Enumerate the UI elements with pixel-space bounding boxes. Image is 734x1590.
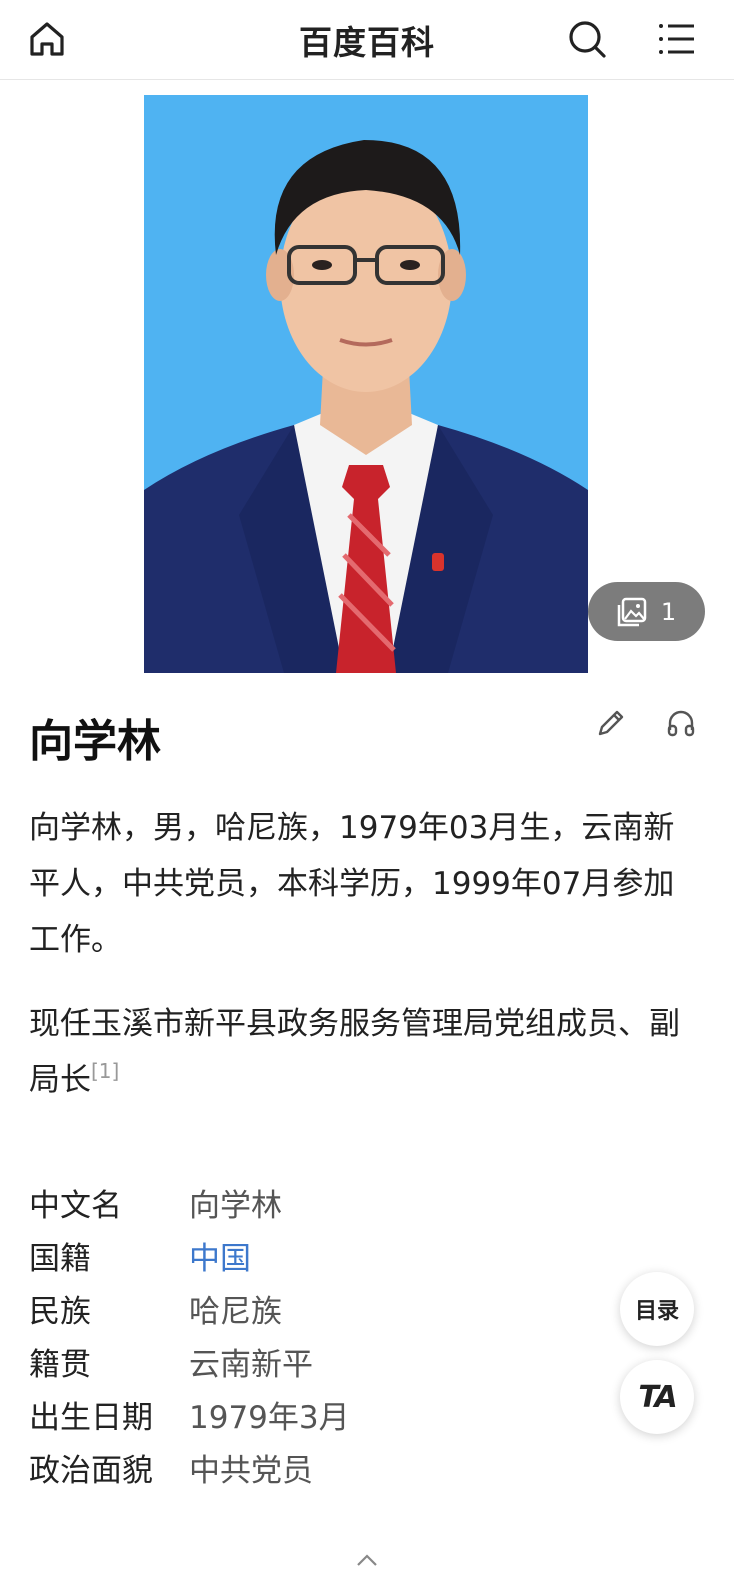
infobox-value: 中共党员 [189, 1453, 313, 1489]
edit-icon [598, 710, 624, 736]
infobox-value-link[interactable]: 中国 [189, 1233, 251, 1278]
top-nav-bar: 百度百科 [0, 0, 734, 80]
ta-icon: TA [638, 1379, 677, 1415]
headphones-icon [667, 710, 695, 737]
chevron-up-icon [357, 1554, 377, 1566]
menu-button[interactable] [656, 18, 698, 60]
menu-icon [659, 24, 694, 54]
photo-album-button[interactable]: 1 [588, 582, 705, 641]
summary-paragraph: 向学林，男，哈尼族，1979年03月生，云南新平人，中共党员，本科学历，1999… [29, 810, 675, 958]
infobox-value: 哈尼族 [189, 1294, 282, 1330]
toc-label: 目录 [634, 1299, 679, 1324]
edit-button[interactable] [594, 706, 628, 740]
portrait-illustration [144, 95, 588, 673]
infobox-row: 中文名 向学林 [29, 1176, 350, 1229]
listen-button[interactable] [664, 706, 698, 740]
infobox-value: 云南新平 [189, 1347, 313, 1383]
infobox-key: 籍贯 [29, 1347, 91, 1383]
infobox: 中文名 向学林 国籍 中国 民族 哈尼族 籍贯 云南新平 出生日期 1979年3… [29, 1176, 350, 1494]
collapse-button[interactable] [356, 1552, 378, 1571]
infobox-value: 1979年3月 [189, 1400, 350, 1436]
infobox-key: 中文名 [29, 1188, 122, 1224]
search-icon [569, 21, 606, 58]
photo-count: 1 [660, 597, 677, 626]
infobox-key: 出生日期 [29, 1400, 153, 1436]
infobox-row: 政治面貌 中共党员 [29, 1441, 350, 1494]
infobox-row: 籍贯 云南新平 [29, 1335, 350, 1388]
citation-link[interactable]: [1] [91, 1059, 119, 1083]
infobox-row: 国籍 中国 [29, 1229, 350, 1282]
infobox-key: 国籍 [29, 1241, 91, 1277]
search-button[interactable] [566, 18, 608, 60]
infobox-row: 民族 哈尼族 [29, 1282, 350, 1335]
infobox-key: 政治面貌 [29, 1453, 153, 1489]
portrait-photo[interactable] [144, 95, 588, 673]
toc-button[interactable]: 目录 [620, 1272, 694, 1346]
infobox-value: 向学林 [189, 1188, 282, 1224]
position-text: 现任玉溪市新平县政务服务管理局党组成员、副局长 [29, 1006, 680, 1098]
entry-title: 向学林 [29, 716, 161, 767]
infobox-row: 出生日期 1979年3月 [29, 1388, 350, 1441]
ta-button[interactable]: TA [620, 1360, 694, 1434]
site-title[interactable]: 百度百科 [0, 16, 734, 64]
infobox-key: 民族 [29, 1294, 91, 1330]
summary-paragraph-position: 现任玉溪市新平县政务服务管理局党组成员、副局长[1] [29, 996, 699, 1108]
gallery-icon [617, 597, 647, 626]
